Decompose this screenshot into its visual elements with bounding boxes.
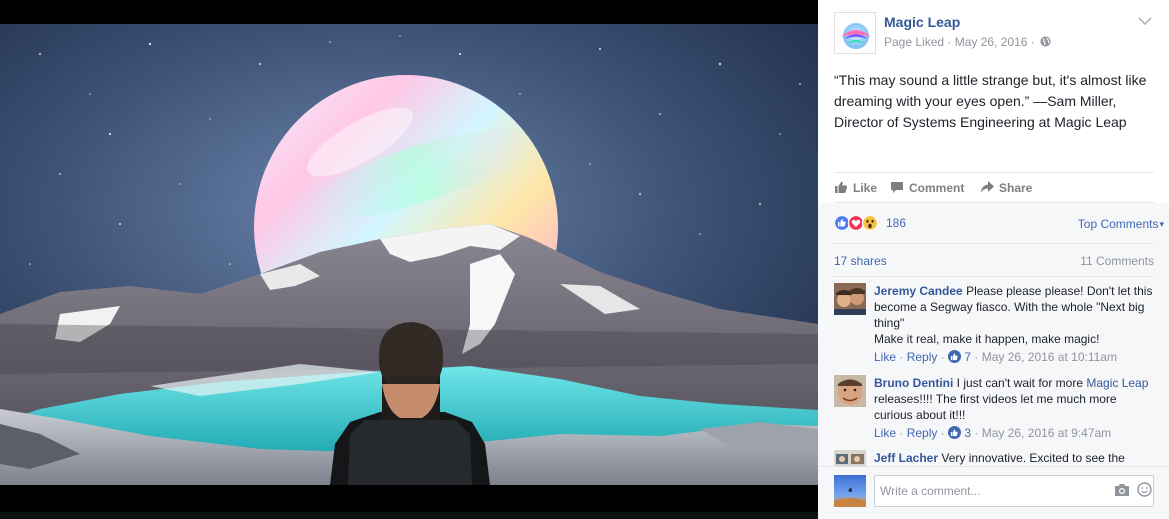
comment-text-after-link: releases!!!! The first videos let me muc… [874, 392, 1117, 422]
jeremy-avatar-image [834, 283, 866, 315]
photo-viewer [0, 0, 818, 519]
post-photo[interactable] [0, 24, 818, 485]
comment-body: Bruno Dentini I just can't wait for more… [874, 375, 1154, 441]
comments-count-link[interactable]: 11 Comments [1080, 254, 1154, 268]
comment-bubble-icon [891, 182, 903, 193]
magic-leap-mention-link[interactable]: Magic Leap [1086, 376, 1148, 390]
jeff-avatar-image [834, 450, 866, 466]
like-reaction-icon [834, 214, 851, 232]
like-label: Like [853, 181, 878, 195]
share-button[interactable]: Share [980, 180, 1032, 195]
comment-timestamp[interactable]: May 26, 2016 at 9:47am [982, 426, 1111, 440]
feedback-section: 186 Top Comments▾ 17 shares 11 Comments … [818, 203, 1169, 519]
meta-separator: · [944, 35, 955, 49]
comment-like-link[interactable]: Like [874, 426, 896, 440]
post-date-link[interactable]: May 26, 2016 [955, 35, 1028, 49]
thumbs-up-icon [835, 181, 848, 193]
chevron-down-icon[interactable] [1138, 16, 1152, 26]
comment-author-link[interactable]: Jeremy Candee [874, 284, 963, 298]
viewer-bottom-strip [0, 512, 818, 519]
page-name-link[interactable]: Magic Leap [884, 14, 960, 30]
comment-like-link[interactable]: Like [874, 350, 896, 364]
comment-text: Very innovative. Excited to see the [941, 451, 1125, 465]
comment-composer [818, 466, 1169, 519]
like-button[interactable]: Like [834, 180, 877, 195]
emoji-icon[interactable] [1137, 482, 1152, 497]
caret-down-icon: ▾ [1159, 219, 1164, 229]
comment-timestamp[interactable]: May 26, 2016 at 10:11am [982, 350, 1117, 364]
bruno-avatar-image [834, 375, 866, 407]
mini-thumbs-up-icon [948, 350, 962, 363]
top-comments-dropdown[interactable]: Top Comments▾ [1078, 217, 1164, 231]
share-arrow-icon [980, 181, 994, 193]
comment-button[interactable]: Comment [890, 180, 964, 195]
camera-icon[interactable] [1114, 483, 1130, 497]
page-liked-status[interactable]: Page Liked [884, 35, 944, 49]
reaction-icons[interactable] [834, 214, 882, 232]
comment-reply-link[interactable]: Reply [907, 426, 938, 440]
comment-body: Jeff Lacher Very innovative. Excited to … [874, 450, 1154, 466]
comment-text-line-2: Make it real, make it happen, make magic… [874, 332, 1100, 346]
post-meta: Page Liked · May 26, 2016 · [884, 35, 1051, 49]
comment-author-link[interactable]: Bruno Dentini [874, 376, 953, 390]
post-sidebar: Magic Leap Page Liked · May 26, 2016 · “… [818, 0, 1169, 519]
page-avatar[interactable] [834, 12, 876, 54]
comment-text-before-link: I just can't wait for more [956, 376, 1084, 390]
share-label: Share [999, 181, 1033, 195]
love-reaction-icon [847, 214, 865, 232]
commenter-avatar[interactable] [834, 450, 866, 466]
commenter-avatar[interactable] [834, 283, 866, 315]
reactions-row: 186 Top Comments▾ [834, 213, 1164, 233]
reaction-count[interactable]: 186 [886, 216, 906, 230]
shares-link[interactable]: 17 shares [834, 254, 887, 268]
post-header: Magic Leap Page Liked · May 26, 2016 · [834, 12, 1154, 58]
meta-separator-2: · [1027, 35, 1039, 49]
comment-author-link[interactable]: Jeff Lacher [874, 451, 938, 465]
commenter-avatar[interactable] [834, 375, 866, 407]
post-text: “This may sound a little strange but, it… [834, 72, 1147, 130]
current-user-avatar[interactable] [834, 475, 866, 507]
comment-label: Comment [909, 181, 965, 195]
shares-row: 17 shares 11 Comments [834, 243, 1154, 277]
top-comments-label: Top Comments [1077, 217, 1159, 231]
comment-reply-link[interactable]: Reply [907, 350, 938, 364]
globe-icon[interactable] [1040, 36, 1051, 47]
comment-body: Jeremy Candee Please please please! Don'… [874, 283, 1154, 365]
photo-artwork [0, 24, 818, 485]
comment-input[interactable] [874, 475, 1154, 507]
comment-like-count[interactable]: 7 [964, 350, 971, 364]
mini-thumbs-up-icon [948, 426, 962, 439]
comment-actions: Like · Reply · 3 · May 26, 2016 at 9:47a… [874, 426, 1112, 440]
comment-actions: Like · Reply · 7 · May 26, 2016 at 10:11… [874, 350, 1117, 364]
post-action-bar: Like Comment Share [834, 172, 1154, 203]
wow-reaction-icon [861, 214, 879, 232]
current-user-avatar-image [834, 475, 866, 507]
magic-leap-logo-icon [841, 23, 871, 49]
comment-like-count[interactable]: 3 [964, 426, 971, 440]
